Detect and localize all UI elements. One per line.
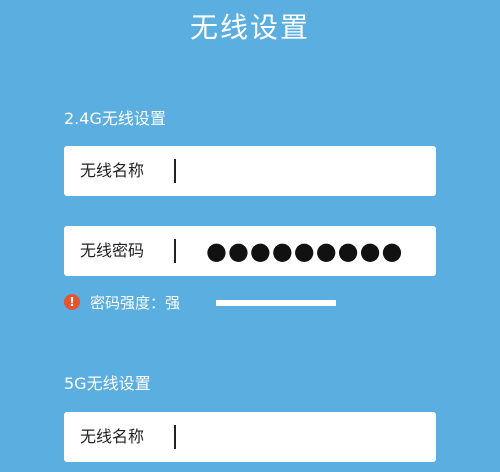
password-field-2-4g[interactable]: 无线密码 ●●●●●●●●● — [64, 226, 436, 276]
wireless-settings-page: 无线设置 2.4G无线设置 无线名称 无线密码 ●●●●●●●●● ! 密码强度… — [0, 0, 500, 472]
text-cursor — [174, 239, 176, 263]
password-input-2-4g[interactable]: ●●●●●●●●● — [206, 236, 403, 266]
section-label-5g: 5G无线设置 — [64, 374, 151, 393]
page-title: 无线设置 — [189, 11, 310, 44]
warning-icon: ! — [64, 294, 80, 310]
password-strength-bar — [216, 300, 336, 306]
password-strength-text: 密码强度：强 — [90, 294, 181, 312]
section-label-2-4g: 2.4G无线设置 — [64, 109, 166, 128]
ssid-label-2-4g: 无线名称 — [80, 161, 145, 180]
ssid-label-5g: 无线名称 — [80, 427, 145, 446]
ssid-field-2-4g[interactable]: 无线名称 — [64, 146, 436, 196]
password-label-2-4g: 无线密码 — [80, 241, 145, 260]
text-cursor — [174, 425, 176, 449]
ssid-field-5g[interactable]: 无线名称 — [64, 412, 436, 462]
password-strength-indicator: ! 密码强度：强 — [64, 292, 364, 314]
text-cursor — [174, 159, 176, 183]
